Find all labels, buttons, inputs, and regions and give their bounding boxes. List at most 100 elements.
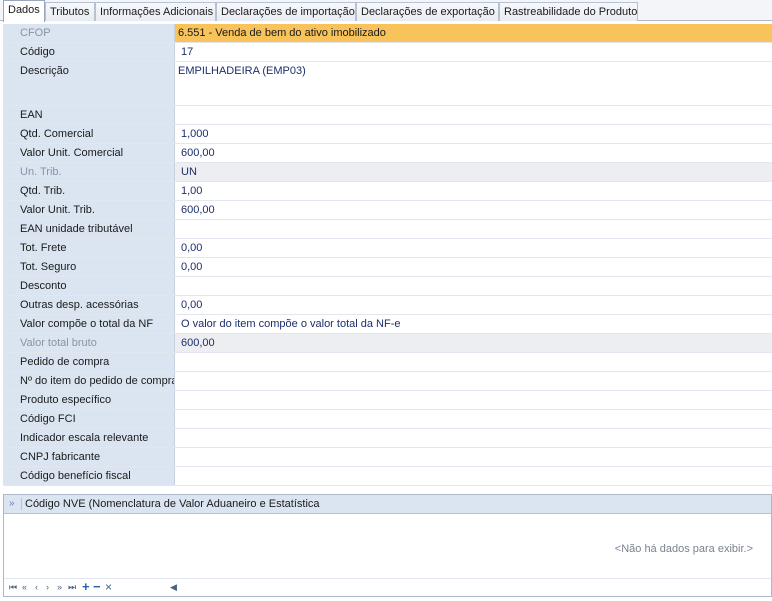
field-label: Desconto [3,277,175,295]
next-page-icon[interactable]: » [57,582,62,592]
cfop-field[interactable]: 6.551 - Venda de bem do ativo imobilizad… [175,24,772,42]
prev-record-icon[interactable]: ‹ [35,582,38,592]
field-value [178,375,181,387]
field-value [178,451,181,463]
row-qtd-trib[interactable]: Qtd. Trib. 1,00 [3,182,772,201]
field-label: Código [3,43,175,61]
pedido-compra-field[interactable] [175,353,772,371]
field-value: 600,00 [181,204,215,216]
tab-dados[interactable]: Dados [3,0,45,22]
tab-informacoes-adicionais[interactable]: Informações Adicionais [95,2,216,21]
row-descricao[interactable]: Descrição *EMPILHADEIRA (EMP03) [3,62,772,106]
row-qtd-comercial[interactable]: Qtd. Comercial *1,000 [3,125,772,144]
codigo-fci-field[interactable] [175,410,772,428]
row-cfop[interactable]: CFOP 6.551 - Venda de bem do ativo imobi… [3,24,772,43]
row-codigo[interactable]: Código 17 [3,43,772,62]
row-tot-frete[interactable]: Tot. Frete 0,00 [3,239,772,258]
valor-unit-comercial-field[interactable]: *600,00 [175,144,772,162]
last-record-icon[interactable]: ⏭ [68,582,76,593]
field-value: 0,00 [181,299,203,311]
tab-bar: Dados Tributos Informações Adicionais De… [0,0,772,22]
ean-unidade-tributavel-field[interactable] [175,220,772,238]
field-label: Qtd. Comercial [3,125,175,143]
row-produto-especifico[interactable]: Produto específico [3,391,772,410]
row-valor-compoe-total[interactable]: Valor compõe o total da NF O valor do it… [3,315,772,334]
row-pedido-compra[interactable]: Pedido de compra [3,353,772,372]
nve-grid-header: » Código NVE (Nomenclatura de Valor Adua… [4,495,771,514]
field-value: 600,00 [181,337,215,349]
row-cnpj-fabricante[interactable]: CNPJ fabricante [3,448,772,467]
cnpj-fabricante-field[interactable] [175,448,772,466]
empty-message: <Não há dados para exibir.> [614,543,753,555]
valor-compoe-total-select[interactable]: O valor do item compõe o valor total da … [175,315,772,333]
cancel-edit-icon[interactable]: × [105,580,112,594]
field-value: O valor do item compõe o valor total da … [181,318,401,330]
tab-tributos[interactable]: Tributos [45,2,95,21]
row-valor-total-bruto: Valor total bruto 600,00 [3,334,772,353]
item-pedido-compra-field[interactable] [175,372,772,390]
tab-declaracoes-importacao[interactable]: Declarações de importação [216,2,356,21]
row-item-pedido-compra[interactable]: Nº do item do pedido de compra [3,372,772,391]
field-value: UN [181,166,197,178]
row-outras-desp[interactable]: Outras desp. acessórias 0,00 [3,296,772,315]
valor-total-bruto-field: 600,00 [175,334,772,352]
field-label: EAN unidade tributável [3,220,175,238]
field-label: Nº do item do pedido de compra [3,372,175,390]
field-label: Descrição [3,62,175,105]
prev-page-icon[interactable]: « [22,582,27,592]
row-codigo-fci[interactable]: Código FCI [3,410,772,429]
qtd-trib-field[interactable]: 1,00 [175,182,772,200]
row-ean[interactable]: EAN [3,106,772,125]
row-tot-seguro[interactable]: Tot. Seguro 0,00 [3,258,772,277]
row-valor-unit-comercial[interactable]: Valor Unit. Comercial *600,00 [3,144,772,163]
field-label: CNPJ fabricante [3,448,175,466]
tot-frete-field[interactable]: 0,00 [175,239,772,257]
field-value: 1,00 [181,185,203,197]
row-codigo-beneficio-fiscal[interactable]: Código benefício fiscal [3,467,772,486]
first-record-icon[interactable]: ⏮ [9,582,17,593]
field-label: Un. Trib. [3,163,175,181]
desconto-field[interactable] [175,277,772,295]
descricao-field[interactable]: *EMPILHADEIRA (EMP03) [175,62,772,105]
field-value: 1,000 [181,128,209,140]
field-label: Valor Unit. Trib. [3,201,175,219]
tab-declaracoes-exportacao[interactable]: Declarações de exportação [356,2,499,21]
row-un-trib: Un. Trib. UN [3,163,772,182]
field-label: Código benefício fiscal [3,467,175,485]
expand-icon[interactable]: » [9,498,15,509]
field-label: CFOP [3,24,175,42]
field-label: Tot. Frete [3,239,175,257]
tot-seguro-field[interactable]: 0,00 [175,258,772,276]
field-value [178,223,181,235]
row-indicador-escala[interactable]: Indicador escala relevante [3,429,772,448]
qtd-comercial-field[interactable]: *1,000 [175,125,772,143]
ean-field[interactable] [175,106,772,124]
field-label: EAN [3,106,175,124]
field-label: Outras desp. acessórias [3,296,175,314]
row-valor-unit-trib[interactable]: Valor Unit. Trib. 600,00 [3,201,772,220]
row-desconto[interactable]: Desconto [3,277,772,296]
row-ean-unidade-tributavel[interactable]: EAN unidade tributável [3,220,772,239]
field-value: 600,00 [181,147,215,159]
next-record-icon[interactable]: › [46,582,49,592]
field-label: Produto específico [3,391,175,409]
field-value [178,356,181,368]
field-value: EMPILHADEIRA (EMP03) [178,65,306,77]
indicador-escala-field[interactable] [175,429,772,447]
valor-unit-trib-field[interactable]: 600,00 [175,201,772,219]
remove-record-icon[interactable]: − [93,579,101,594]
codigo-field[interactable]: 17 [175,43,772,61]
field-label: Valor compõe o total da NF [3,315,175,333]
nve-column-header[interactable]: Código NVE (Nomenclatura de Valor Aduane… [21,498,320,510]
field-label: Qtd. Trib. [3,182,175,200]
add-record-icon[interactable]: + [82,579,90,594]
field-value [178,109,181,121]
un-trib-field: UN [175,163,772,181]
field-label: Tot. Seguro [3,258,175,276]
outras-desp-field[interactable]: 0,00 [175,296,772,314]
scroll-left-icon[interactable]: ◀ [170,582,177,593]
produto-especifico-field[interactable] [175,391,772,409]
codigo-beneficio-fiscal-field[interactable] [175,467,772,485]
field-value [178,432,181,444]
tab-rastreabilidade[interactable]: Rastreabilidade do Produto [499,2,638,21]
